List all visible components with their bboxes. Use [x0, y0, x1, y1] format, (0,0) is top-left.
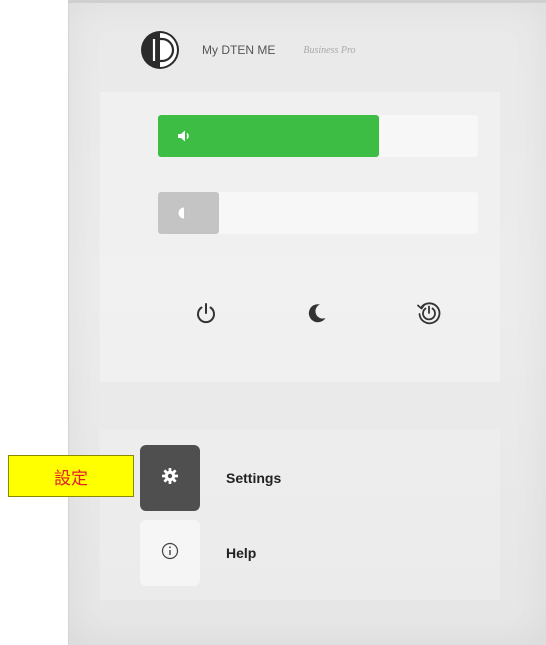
restart-icon	[415, 299, 443, 332]
header: My DTEN ME Business Pro	[140, 30, 355, 70]
gear-icon	[161, 467, 179, 490]
settings-callout-label: 設定	[8, 455, 134, 497]
speaker-icon	[176, 128, 192, 144]
dten-logo-icon	[140, 30, 180, 70]
brightness-slider[interactable]	[158, 192, 478, 234]
restart-button[interactable]	[412, 298, 446, 332]
info-icon	[161, 542, 179, 565]
brightness-icon	[176, 205, 192, 221]
moon-icon	[305, 301, 329, 330]
volume-slider[interactable]	[158, 115, 478, 157]
app-name: My DTEN ME	[202, 43, 276, 57]
volume-slider-fill	[158, 115, 379, 157]
menu-item-help[interactable]: Help	[140, 520, 256, 586]
plan-label: Business Pro	[303, 44, 356, 56]
menu-item-settings[interactable]: Settings	[140, 445, 281, 511]
help-button[interactable]	[140, 520, 200, 586]
settings-button[interactable]	[140, 445, 200, 511]
power-button[interactable]	[189, 298, 223, 332]
callout-text: 設定	[54, 468, 88, 488]
brightness-slider-fill	[158, 192, 219, 234]
power-icon	[194, 301, 218, 330]
help-label: Help	[226, 545, 257, 561]
sleep-button[interactable]	[300, 298, 334, 332]
settings-label: Settings	[226, 470, 282, 486]
screen-bezel	[68, 0, 546, 3]
